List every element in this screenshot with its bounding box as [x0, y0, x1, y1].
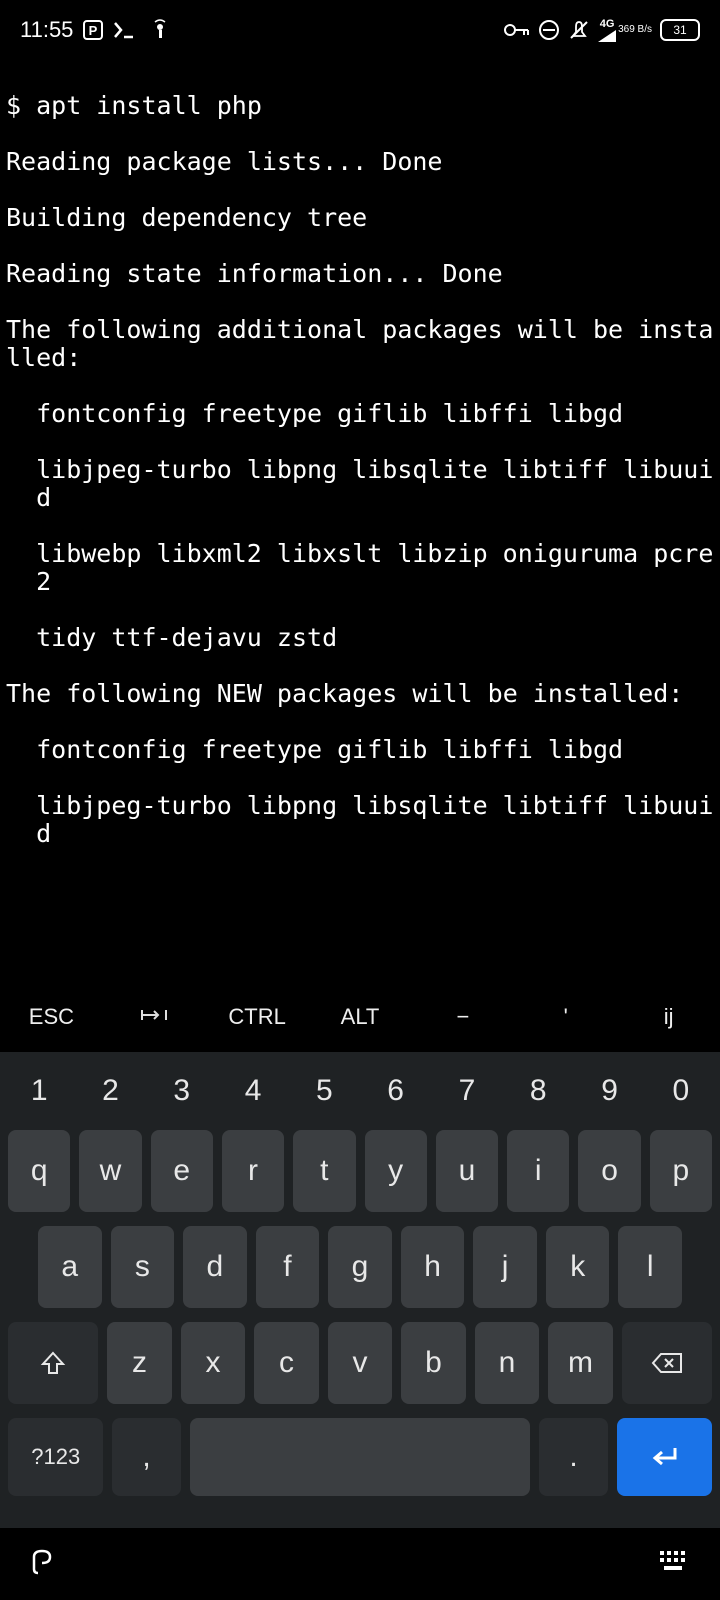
key-y[interactable]: y — [365, 1130, 427, 1212]
soft-keyboard: 1 2 3 4 5 6 7 8 9 0 q w e r t y u i o p … — [0, 1052, 720, 1528]
do-not-disturb-icon — [538, 19, 560, 41]
key-1[interactable]: 1 — [8, 1066, 70, 1116]
number-row: 1 2 3 4 5 6 7 8 9 0 — [8, 1066, 712, 1116]
key-e[interactable]: e — [151, 1130, 213, 1212]
apostrophe-key[interactable]: ' — [514, 990, 617, 1044]
key-4[interactable]: 4 — [222, 1066, 284, 1116]
key-x[interactable]: x — [181, 1322, 245, 1404]
key-c[interactable]: c — [254, 1322, 318, 1404]
key-d[interactable]: d — [183, 1226, 247, 1308]
space-key[interactable] — [190, 1418, 531, 1496]
terminal-output[interactable]: $ apt install php Reading package lists.… — [0, 60, 720, 850]
key-h[interactable]: h — [401, 1226, 465, 1308]
key-a[interactable]: a — [38, 1226, 102, 1308]
tap-icon — [149, 19, 171, 41]
tab-key[interactable] — [103, 990, 206, 1044]
nav-back-icon[interactable] — [30, 1547, 60, 1582]
key-b[interactable]: b — [401, 1322, 465, 1404]
key-q[interactable]: q — [8, 1130, 70, 1212]
cmd-line: $ apt install php — [6, 92, 714, 120]
key-p[interactable]: p — [650, 1130, 712, 1212]
navigation-bar — [0, 1528, 720, 1600]
shift-key[interactable] — [8, 1322, 98, 1404]
symbols-key[interactable]: ?123 — [8, 1418, 103, 1496]
key-n[interactable]: n — [475, 1322, 539, 1404]
mute-icon — [568, 19, 590, 41]
esc-key[interactable]: ESC — [0, 990, 103, 1044]
key-o[interactable]: o — [578, 1130, 640, 1212]
key-8[interactable]: 8 — [507, 1066, 569, 1116]
extra-keys-row: ESC CTRL ALT − ' ij — [0, 982, 720, 1052]
key-w[interactable]: w — [79, 1130, 141, 1212]
backspace-key[interactable] — [622, 1322, 712, 1404]
key-u[interactable]: u — [436, 1130, 498, 1212]
key-i[interactable]: i — [507, 1130, 569, 1212]
key-z[interactable]: z — [107, 1322, 171, 1404]
terminal-prompt-icon — [113, 20, 139, 40]
svg-text:P: P — [89, 23, 98, 38]
key-r[interactable]: r — [222, 1130, 284, 1212]
key-k[interactable]: k — [546, 1226, 610, 1308]
ctrl-key[interactable]: CTRL — [206, 990, 309, 1044]
status-time: 11:55 — [20, 17, 73, 43]
alt-key[interactable]: ALT — [309, 990, 412, 1044]
enter-key[interactable] — [617, 1418, 712, 1496]
key-g[interactable]: g — [328, 1226, 392, 1308]
key-s[interactable]: s — [111, 1226, 175, 1308]
comma-key[interactable]: , — [112, 1418, 180, 1496]
battery-indicator: 31 — [660, 19, 700, 41]
dash-key[interactable]: − — [411, 990, 514, 1044]
key-6[interactable]: 6 — [365, 1066, 427, 1116]
key-5[interactable]: 5 — [293, 1066, 355, 1116]
key-7[interactable]: 7 — [436, 1066, 498, 1116]
key-t[interactable]: t — [293, 1130, 355, 1212]
key-f[interactable]: f — [256, 1226, 320, 1308]
key-9[interactable]: 9 — [578, 1066, 640, 1116]
vpn-key-icon — [504, 22, 530, 38]
status-bar: 11:55 P 4G — [0, 0, 720, 60]
key-j[interactable]: j — [473, 1226, 537, 1308]
key-0[interactable]: 0 — [650, 1066, 712, 1116]
key-2[interactable]: 2 — [79, 1066, 141, 1116]
ij-key[interactable]: ij — [617, 990, 720, 1044]
key-m[interactable]: m — [548, 1322, 612, 1404]
key-v[interactable]: v — [328, 1322, 392, 1404]
key-l[interactable]: l — [618, 1226, 682, 1308]
parking-icon: P — [83, 20, 103, 40]
period-key[interactable]: . — [539, 1418, 607, 1496]
nav-keyboard-icon[interactable] — [660, 1551, 690, 1578]
network-indicator: 4G 369 B/s — [598, 19, 652, 42]
key-3[interactable]: 3 — [151, 1066, 213, 1116]
